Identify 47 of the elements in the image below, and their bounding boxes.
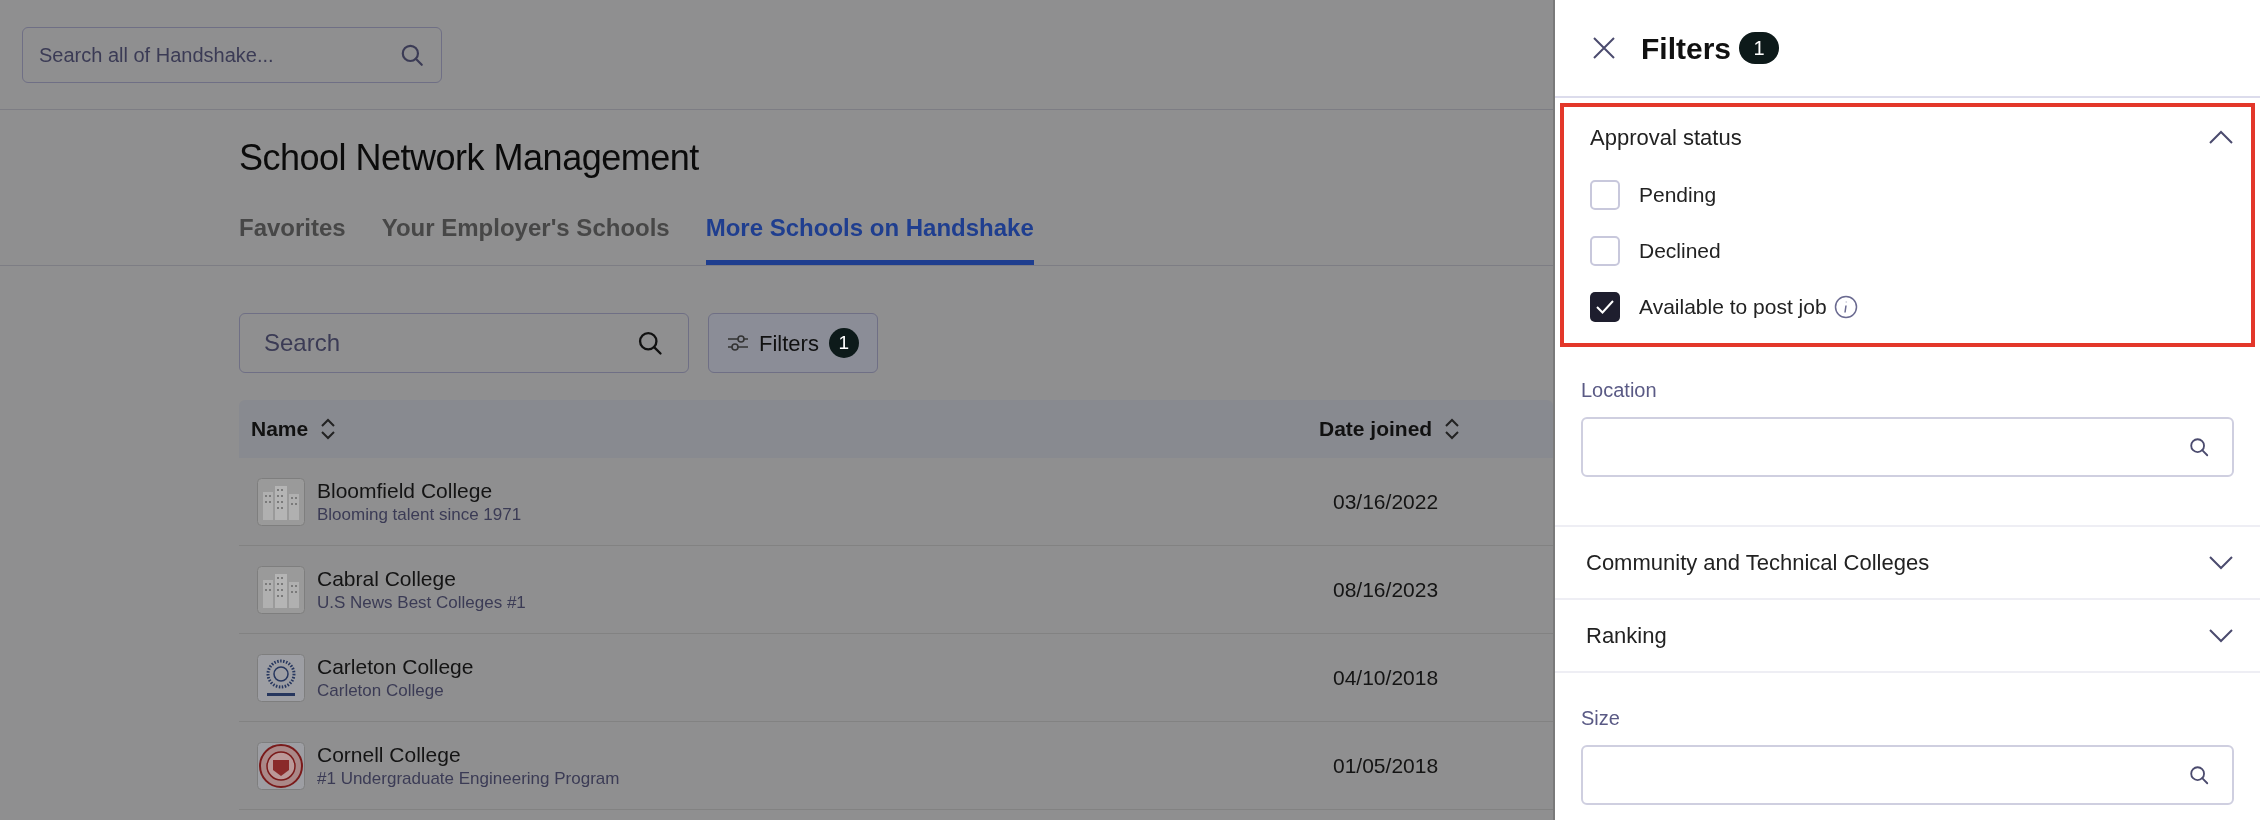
school-tagline: Carleton College [317, 679, 445, 702]
school-tagline: U.S News Best Colleges #1 [317, 591, 526, 614]
sliders-icon [727, 334, 749, 352]
school-name[interactable]: Carleton College [317, 653, 474, 680]
search-field[interactable]: Search [239, 313, 689, 373]
school-name[interactable]: Cabral College [317, 565, 526, 592]
tab[interactable]: Favorites [239, 202, 346, 265]
checkbox[interactable] [1590, 180, 1620, 210]
input-field[interactable] [1581, 417, 2234, 477]
tab[interactable]: Your Employer's Schools [381, 202, 670, 265]
date-joined: 03/16/2022 [1332, 489, 1439, 513]
school-name[interactable]: Cornell College [317, 741, 620, 768]
page-title: School Network Management [239, 136, 700, 180]
check-icon [1595, 299, 1615, 315]
chevron-up-icon [2209, 130, 2233, 144]
tab[interactable]: More Schools on Handshake [705, 202, 1034, 265]
checkbox[interactable] [1590, 236, 1620, 266]
search-icon [636, 329, 664, 357]
chevron-down-icon [2209, 628, 2233, 643]
count-badge: 1 [1739, 32, 1780, 64]
search-icon [2188, 764, 2210, 786]
date-joined: 01/05/2018 [1332, 753, 1439, 777]
option-label[interactable]: Available to post job [1639, 291, 1827, 323]
sort-icon [1444, 417, 1461, 441]
search-icon [2188, 436, 2210, 458]
school-tagline: #1 Undergraduate Engineering Program [317, 767, 620, 790]
input-field[interactable] [1581, 745, 2234, 805]
filters-button[interactable]: Filters 1 [708, 313, 878, 373]
global-search-field[interactable]: Search all of Handshake... [22, 26, 442, 83]
option-label[interactable]: Pending [1639, 179, 1717, 211]
section-header[interactable]: Approval status [1564, 107, 2251, 167]
date-joined: 04/10/2018 [1332, 665, 1439, 689]
option-label[interactable]: Declined [1639, 235, 1721, 267]
panel-title: Filters [1641, 30, 1732, 67]
section-header[interactable]: Community and Technical Colleges [1555, 527, 2260, 600]
field-label: Location [1581, 378, 1658, 403]
school-tagline: Blooming talent since 1971 [317, 503, 522, 526]
sort-icon [320, 417, 337, 441]
column-header[interactable]: Date joined [1319, 413, 1461, 445]
checkbox[interactable] [1590, 292, 1620, 322]
date-joined: 08/16/2023 [1332, 577, 1439, 601]
field-label: Size [1581, 706, 1621, 731]
school-name[interactable]: Bloomfield College [317, 477, 522, 504]
count-badge: 1 [828, 328, 859, 358]
section-header[interactable]: Ranking [1555, 600, 2260, 673]
column-header[interactable]: Name [251, 413, 337, 445]
chevron-down-icon [2209, 555, 2233, 570]
